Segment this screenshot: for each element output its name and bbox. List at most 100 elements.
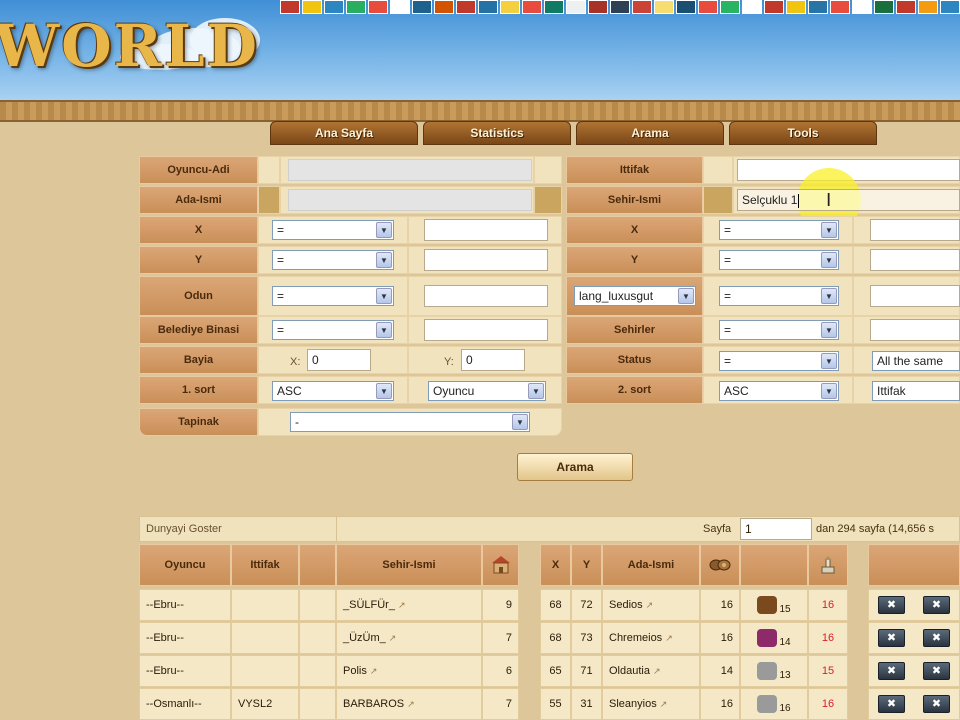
wood-operator-select[interactable]: = ▼ [272,286,394,306]
col-resource-header[interactable] [740,544,808,586]
flag-icon[interactable] [324,0,344,14]
external-link-icon[interactable]: ↗ [646,600,654,611]
tab-search[interactable]: Arama [576,121,724,145]
col-city-size-header[interactable] [482,544,519,586]
player-cell[interactable]: --Ebru-- [139,655,231,687]
page-number-input[interactable]: 1 [740,518,812,540]
x-operator-select-right[interactable]: = ▼ [719,220,839,240]
tab-tools[interactable]: Tools [729,121,877,145]
x-value-input[interactable] [424,219,548,241]
player-cell[interactable]: --Ebru-- [139,589,231,621]
wood-value-input[interactable] [424,285,548,307]
player-name-input[interactable] [288,159,532,181]
city-name[interactable]: _ÜzÜm_ [343,632,386,644]
flag-icon[interactable] [346,0,366,14]
y-value-input-right[interactable] [870,249,960,271]
island-cell[interactable]: Sedios ↗ [602,589,700,621]
city-name[interactable]: Polis [343,665,367,677]
island-name-input[interactable] [288,189,532,211]
flag-icon[interactable] [808,0,828,14]
flag-icon[interactable] [302,0,322,14]
tab-home[interactable]: Ana Sayfa [270,121,418,145]
flag-icon[interactable] [280,0,300,14]
sort2-field-select[interactable]: Ittifak [872,381,960,401]
luxury-resource-select[interactable]: lang_luxusgut ▼ [574,286,696,306]
flag-icon[interactable] [676,0,696,14]
city-name-input[interactable]: Selçuklu 1 [737,189,960,211]
external-link-icon[interactable]: ↗ [389,633,397,644]
player-cell[interactable]: --Osmanlı-- [139,688,231,720]
site-logo[interactable]: WORLD [0,12,259,80]
island-view-button[interactable]: ✖ [923,695,950,713]
external-link-icon[interactable]: ↗ [653,666,661,677]
external-link-icon[interactable]: ↗ [665,633,673,644]
col-alliance-header[interactable]: Ittifak [231,544,299,586]
island-name[interactable]: Sedios [609,599,643,611]
col-wood-header[interactable] [700,544,740,586]
external-link-icon[interactable]: ↗ [660,699,668,710]
luxury-value-input[interactable] [870,285,960,307]
island-view-button[interactable]: ✖ [923,596,950,614]
col-y-header[interactable]: Y [571,544,602,586]
flag-icon[interactable] [478,0,498,14]
flag-icon[interactable] [654,0,674,14]
island-cell[interactable]: Sleanyios ↗ [602,688,700,720]
flag-icon[interactable] [500,0,520,14]
coord-y-input[interactable]: 0 [461,349,525,371]
flag-icon[interactable] [632,0,652,14]
city-name[interactable]: _SÜLFÜr_ [343,599,395,611]
alliance-cell[interactable] [231,622,299,654]
y-operator-select[interactable]: = ▼ [272,250,394,270]
map-view-button[interactable]: ✖ [878,629,905,647]
flag-icon[interactable] [588,0,608,14]
x-value-input-right[interactable] [870,219,960,241]
flag-icon[interactable] [786,0,806,14]
island-view-button[interactable]: ✖ [923,629,950,647]
flag-icon[interactable] [874,0,894,14]
cities-operator-select[interactable]: = ▼ [719,320,839,340]
city-name[interactable]: BARBAROS [343,698,404,710]
col-city-header[interactable]: Sehir-Ismi [336,544,482,586]
external-link-icon[interactable]: ↗ [407,699,415,710]
flag-icon[interactable] [522,0,542,14]
flag-icon[interactable] [390,0,410,14]
map-view-button[interactable]: ✖ [878,695,905,713]
y-value-input[interactable] [424,249,548,271]
flag-icon[interactable] [368,0,388,14]
external-link-icon[interactable]: ↗ [398,600,406,611]
island-cell[interactable]: Oldautia ↗ [602,655,700,687]
coord-x-input[interactable]: 0 [307,349,371,371]
flag-icon[interactable] [720,0,740,14]
external-link-icon[interactable]: ↗ [370,666,378,677]
x-operator-select[interactable]: = ▼ [272,220,394,240]
col-player-header[interactable]: Oyuncu [139,544,231,586]
island-cell[interactable]: Chremeios ↗ [602,622,700,654]
map-view-button[interactable]: ✖ [878,662,905,680]
status-value-select[interactable]: All the same [872,351,960,371]
city-cell[interactable]: Polis ↗ [336,655,482,687]
townhall-value-input[interactable] [424,319,548,341]
sort2-direction-select[interactable]: ASC ▼ [719,381,839,401]
search-button[interactable]: Arama [517,453,633,481]
alliance-cell[interactable] [231,589,299,621]
flag-icon[interactable] [456,0,476,14]
col-x-header[interactable]: X [540,544,571,586]
flag-icon[interactable] [896,0,916,14]
flag-icon[interactable] [434,0,454,14]
city-cell[interactable]: _ÜzÜm_ ↗ [336,622,482,654]
player-cell[interactable]: --Ebru-- [139,622,231,654]
flag-icon[interactable] [742,0,762,14]
cities-value-input[interactable] [870,319,960,341]
y-operator-select-right[interactable]: = ▼ [719,250,839,270]
flag-icon[interactable] [918,0,938,14]
townhall-operator-select[interactable]: = ▼ [272,320,394,340]
sort1-field-select[interactable]: Oyuncu ▼ [428,381,546,401]
show-world-link[interactable]: Dunyayi Goster [146,523,222,535]
tab-statistics[interactable]: Statistics [423,121,571,145]
flag-icon[interactable] [940,0,960,14]
temple-select[interactable]: - ▼ [290,412,530,432]
flag-icon[interactable] [412,0,432,14]
flag-icon[interactable] [566,0,586,14]
sort1-direction-select[interactable]: ASC ▼ [272,381,394,401]
luxury-operator-select[interactable]: = ▼ [719,286,839,306]
